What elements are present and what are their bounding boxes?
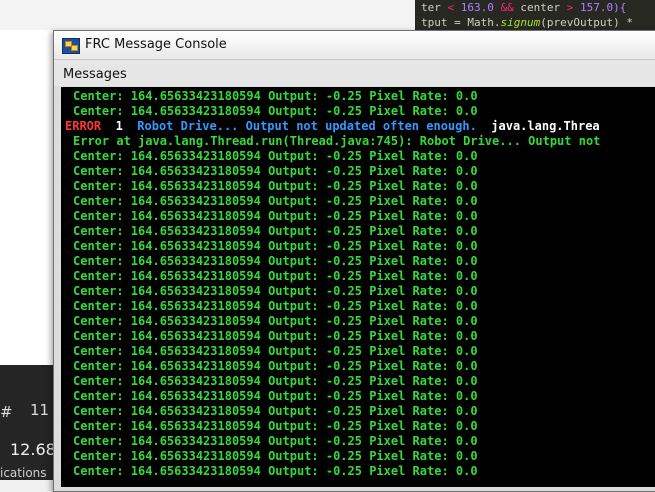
console-line: Center: 164.65633423180594 Output: -0.25… <box>73 434 478 448</box>
code-line: ter < 163.0 && center > 157.0){ <box>421 1 627 14</box>
background-dashboard: # 11 12.68 ications <box>0 365 55 480</box>
error-exception: java.lang.Threa <box>491 119 600 133</box>
messages-console[interactable]: Center: 164.65633423180594 Output: -0.25… <box>61 87 655 487</box>
messages-header: Messages <box>54 60 655 86</box>
console-line: Center: 164.65633423180594 Output: -0.25… <box>73 224 478 238</box>
console-line: Center: 164.65633423180594 Output: -0.25… <box>73 149 478 163</box>
console-error-at-line: Error at java.lang.Thread.run(Thread.jav… <box>73 134 601 148</box>
value-label: 12.68 <box>10 440 55 459</box>
console-line: Center: 164.65633423180594 Output: -0.25… <box>73 269 478 283</box>
console-error-line: ERROR 1 Robot Drive... Output not update… <box>65 119 600 133</box>
console-line: Center: 164.65633423180594 Output: -0.25… <box>73 314 478 328</box>
console-line: Center: 164.65633423180594 Output: -0.25… <box>73 389 478 403</box>
console-line: Center: 164.65633423180594 Output: -0.25… <box>73 359 478 373</box>
console-line: Center: 164.65633423180594 Output: -0.25… <box>73 344 478 358</box>
console-line: Center: 164.65633423180594 Output: -0.25… <box>73 254 478 268</box>
labview-app-icon[interactable] <box>62 38 80 54</box>
messages-label: Messages <box>63 67 127 82</box>
title-bar[interactable]: FRC Message Console <box>54 31 655 60</box>
console-line: Center: 164.65633423180594 Output: -0.25… <box>73 419 478 433</box>
console-line: Center: 164.65633423180594 Output: -0.25… <box>73 464 478 478</box>
applications-label: ications <box>0 466 47 480</box>
code-line: tput = Math.signum(prevOutput) * <box>421 16 633 29</box>
background-panel <box>0 30 55 365</box>
console-line: Center: 164.65633423180594 Output: -0.25… <box>73 299 478 313</box>
hash-label: # <box>0 403 13 421</box>
console-line: Center: 164.65633423180594 Output: -0.25… <box>73 209 478 223</box>
console-line: Center: 164.65633423180594 Output: -0.25… <box>73 104 478 118</box>
error-count: 1 <box>115 119 123 133</box>
console-line: Center: 164.65633423180594 Output: -0.25… <box>73 194 478 208</box>
console-line: Center: 164.65633423180594 Output: -0.25… <box>73 329 478 343</box>
error-message: Robot Drive... Output not updated often … <box>137 119 477 133</box>
console-line: Center: 164.65633423180594 Output: -0.25… <box>73 449 478 463</box>
error-tag: ERROR <box>65 119 102 133</box>
console-line: Center: 164.65633423180594 Output: -0.25… <box>73 164 478 178</box>
console-line: Center: 164.65633423180594 Output: -0.25… <box>73 179 478 193</box>
console-line: Center: 164.65633423180594 Output: -0.25… <box>73 89 478 103</box>
message-console-window[interactable]: FRC Message Console Messages Center: 164… <box>53 30 655 492</box>
console-line: Center: 164.65633423180594 Output: -0.25… <box>73 239 478 253</box>
window-title: FRC Message Console <box>85 37 227 52</box>
number-label: 11 <box>30 401 50 419</box>
console-line: Center: 164.65633423180594 Output: -0.25… <box>73 404 478 418</box>
console-line: Center: 164.65633423180594 Output: -0.25… <box>73 284 478 298</box>
console-line: Center: 164.65633423180594 Output: -0.25… <box>73 374 478 388</box>
background-window <box>0 0 415 30</box>
